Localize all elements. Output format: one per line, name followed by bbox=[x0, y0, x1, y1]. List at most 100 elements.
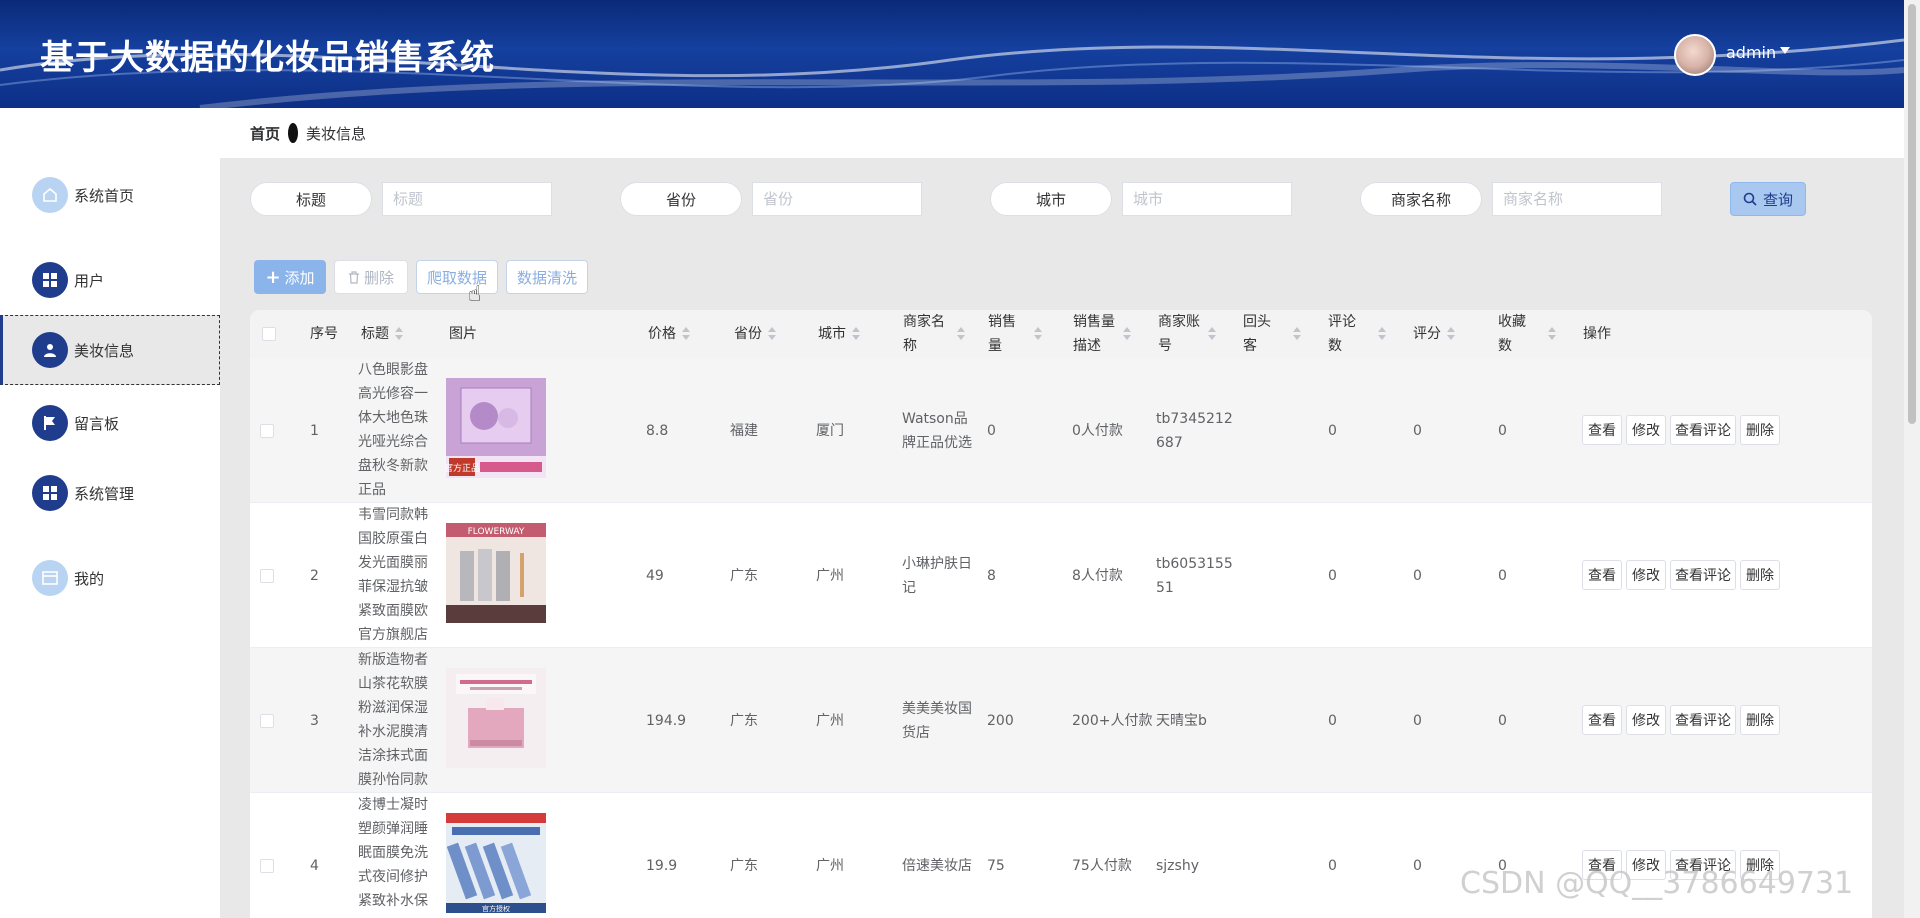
merchant-search-input[interactable] bbox=[1492, 182, 1662, 216]
sort-icon[interactable] bbox=[1123, 327, 1131, 341]
view-comments-button[interactable]: 查看评论 bbox=[1670, 415, 1736, 445]
watermark: CSDN @QQ__3786649731 bbox=[1460, 866, 1854, 901]
query-button[interactable]: 查询 bbox=[1730, 182, 1806, 216]
view-button[interactable]: 查看 bbox=[1582, 415, 1622, 445]
column-header-comments[interactable]: 评论数 bbox=[1328, 310, 1386, 358]
sidebar-item-message-board[interactable]: 留言板 bbox=[0, 388, 220, 458]
delete-row-button[interactable]: 删除 bbox=[1740, 415, 1780, 445]
column-header-price[interactable]: 价格 bbox=[648, 310, 690, 358]
row-checkbox[interactable] bbox=[260, 648, 274, 793]
sort-icon[interactable] bbox=[957, 327, 965, 341]
column-header-repeat-customers[interactable]: 回头客 bbox=[1243, 310, 1301, 358]
column-header-sales[interactable]: 销售量 bbox=[988, 310, 1042, 358]
data-clean-label: 数据清洗 bbox=[516, 268, 577, 287]
title-line: 粉滋润保湿 bbox=[358, 700, 428, 716]
column-header-favorites[interactable]: 收藏数 bbox=[1498, 310, 1556, 358]
avatar[interactable] bbox=[1674, 34, 1716, 76]
column-header-province[interactable]: 省份 bbox=[734, 310, 776, 358]
image-badge-text: 官方授权 bbox=[482, 904, 510, 913]
caret-down-icon[interactable] bbox=[1780, 47, 1790, 54]
view-comments-button[interactable]: 查看评论 bbox=[1670, 560, 1736, 590]
sidebar-item-home[interactable]: 系统首页 bbox=[0, 160, 220, 230]
user-name[interactable]: admin bbox=[1726, 43, 1776, 62]
sort-icon[interactable] bbox=[682, 327, 690, 341]
column-header-rating[interactable]: 评分 bbox=[1413, 310, 1455, 358]
sort-icon[interactable] bbox=[1447, 327, 1455, 341]
sidebar-item-system-management[interactable]: 系统管理 bbox=[0, 458, 220, 528]
product-image[interactable]: 官方授权 bbox=[446, 813, 546, 913]
sidebar-item-mine[interactable]: 我的 bbox=[0, 543, 220, 613]
column-header-image: 图片 bbox=[449, 326, 477, 342]
breadcrumb-separator-icon bbox=[288, 123, 299, 143]
cell-title: 八色眼影盘 高光修容一 体大地色珠 光哑光综合 盘秋冬新款 正品 bbox=[358, 358, 432, 502]
column-header-account[interactable]: 商家账号 bbox=[1158, 310, 1216, 358]
scroll-thumb[interactable] bbox=[1908, 4, 1916, 424]
delete-row-button[interactable]: 删除 bbox=[1740, 560, 1780, 590]
row-checkbox[interactable] bbox=[260, 358, 274, 503]
column-header-label: 价格 bbox=[648, 326, 676, 342]
sort-icon[interactable] bbox=[1378, 327, 1386, 341]
edit-button[interactable]: 修改 bbox=[1626, 560, 1666, 590]
merchant-line: 货店 bbox=[902, 724, 930, 741]
column-header-title[interactable]: 标题 bbox=[361, 310, 403, 358]
product-image[interactable] bbox=[446, 668, 546, 768]
province-search-input[interactable] bbox=[752, 182, 922, 216]
cell-rating: 0 bbox=[1413, 422, 1422, 439]
cell-favorites: 0 bbox=[1498, 567, 1507, 584]
cell-province: 广东 bbox=[730, 712, 758, 729]
sort-icon[interactable] bbox=[1293, 327, 1301, 341]
row-checkbox[interactable] bbox=[260, 793, 274, 918]
view-comments-button[interactable]: 查看评论 bbox=[1670, 705, 1736, 735]
row-checkbox[interactable] bbox=[260, 503, 274, 648]
grid-icon bbox=[32, 475, 68, 511]
cell-province: 福建 bbox=[730, 422, 758, 439]
title-line: 紧致补水保 bbox=[358, 893, 428, 909]
product-image[interactable]: 官方正品 bbox=[446, 378, 546, 478]
column-header-sales-desc[interactable]: 销售量 描述 bbox=[1073, 310, 1131, 358]
cell-title: 韦雪同款韩 国胶原蛋白 发光面膜丽 菲保湿抗皱 紧致面膜欧 官方旗舰店 bbox=[358, 503, 432, 647]
sort-icon[interactable] bbox=[852, 327, 860, 341]
edit-button[interactable]: 修改 bbox=[1626, 705, 1666, 735]
cell-province: 广东 bbox=[730, 567, 758, 584]
product-image[interactable]: FLOWERWAY bbox=[446, 523, 546, 623]
select-all-checkbox[interactable] bbox=[262, 310, 276, 358]
city-search-input[interactable] bbox=[1122, 182, 1292, 216]
column-header-label: 数 bbox=[1498, 338, 1512, 354]
home-icon bbox=[32, 177, 68, 213]
edit-button[interactable]: 修改 bbox=[1626, 415, 1666, 445]
search-icon bbox=[1743, 192, 1757, 206]
page-scrollbar[interactable] bbox=[1904, 0, 1920, 918]
cell-account: 天晴宝b bbox=[1156, 648, 1207, 793]
data-clean-button[interactable]: 数据清洗 bbox=[506, 260, 588, 294]
flag-icon bbox=[32, 405, 68, 441]
product-table: 序号 标题 图片 价格 省份 城市 商家名称 销售量 销售量 描述 商家账号 回头… bbox=[250, 310, 1872, 918]
app-header: 基于大数据的化妆品销售系统 admin bbox=[0, 0, 1904, 108]
table-header: 序号 标题 图片 价格 省份 城市 商家名称 销售量 销售量 描述 商家账号 回头… bbox=[250, 310, 1872, 358]
province-label: 省份 bbox=[620, 182, 742, 216]
sidebar-item-beauty-info[interactable]: 美妆信息 bbox=[0, 315, 220, 385]
delete-button[interactable]: 删除 bbox=[334, 260, 408, 294]
sort-icon[interactable] bbox=[1034, 327, 1042, 341]
title-line: 膜孙怡同款 bbox=[358, 772, 428, 788]
sort-icon[interactable] bbox=[1548, 327, 1556, 341]
delete-row-button[interactable]: 删除 bbox=[1740, 705, 1780, 735]
column-header-city[interactable]: 城市 bbox=[818, 310, 860, 358]
add-button-label: 添加 bbox=[284, 268, 315, 287]
sidebar-item-users[interactable]: 用户 bbox=[0, 245, 220, 315]
add-button[interactable]: + 添加 bbox=[254, 260, 326, 294]
view-button[interactable]: 查看 bbox=[1582, 705, 1622, 735]
hand-cursor-icon: ☝ bbox=[468, 282, 482, 307]
title-line: 紧致面膜欧 bbox=[358, 603, 428, 619]
crawl-data-button[interactable]: 爬取数据 bbox=[416, 260, 498, 294]
title-line: 凌博士凝时 bbox=[358, 797, 428, 813]
sort-icon[interactable] bbox=[395, 327, 403, 341]
view-button[interactable]: 查看 bbox=[1582, 560, 1622, 590]
sort-icon[interactable] bbox=[768, 327, 776, 341]
sort-icon[interactable] bbox=[1208, 327, 1216, 341]
cell-favorites: 0 bbox=[1498, 422, 1507, 439]
user-icon bbox=[32, 332, 68, 368]
breadcrumb-home[interactable]: 首页 bbox=[250, 123, 280, 144]
title-search-input[interactable] bbox=[382, 182, 552, 216]
sidebar-item-label: 留言板 bbox=[74, 414, 120, 433]
column-header-merchant[interactable]: 商家名称 bbox=[903, 310, 965, 358]
